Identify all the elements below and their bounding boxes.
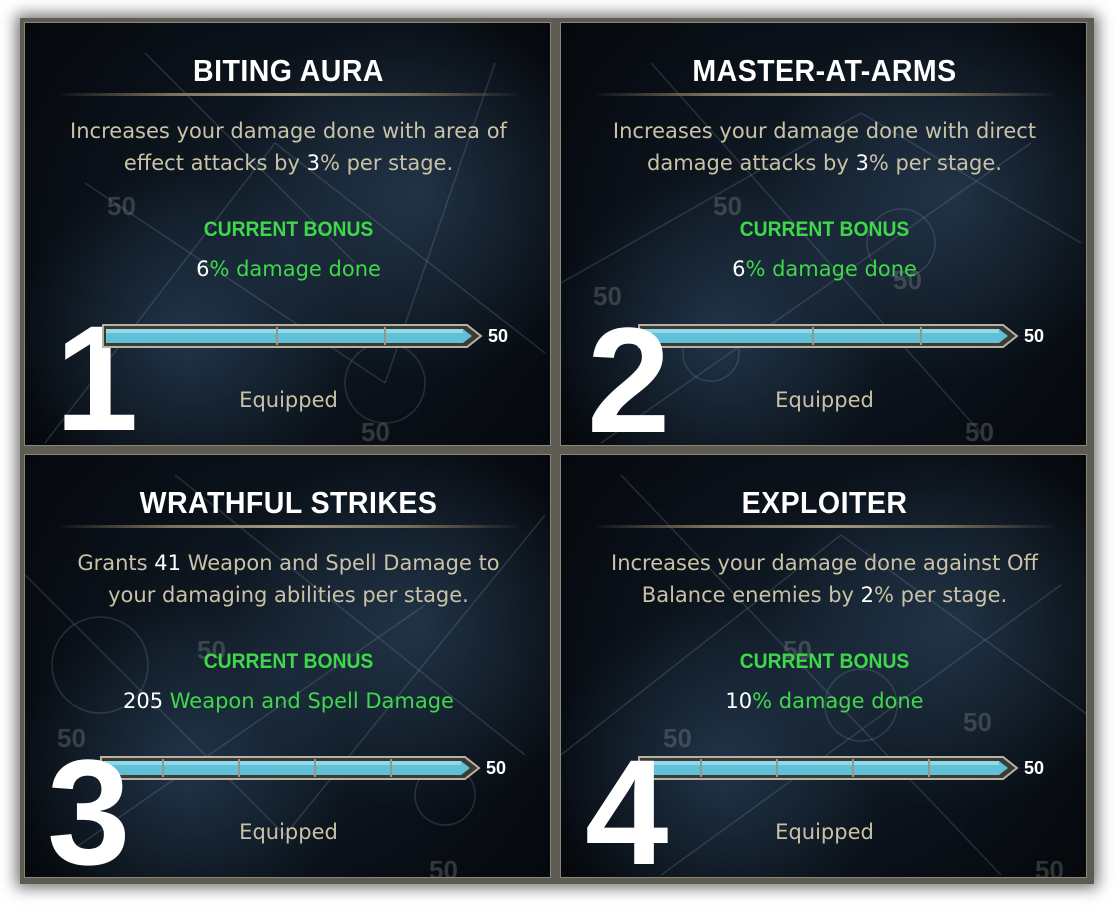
bg-mark-50: 50 (429, 855, 458, 878)
progress-bar (99, 755, 481, 781)
title-divider (55, 93, 522, 96)
progress-bar (101, 323, 483, 349)
max-stage-label: 50 (486, 758, 507, 778)
max-stage-label: 50 (488, 326, 509, 346)
perk-title: BITING AURA (193, 53, 384, 88)
champion-card-master-at-arms[interactable]: 50 50 50 50 MASTER-AT-ARMS Increases you… (560, 22, 1087, 446)
card-number: 4 (585, 728, 669, 878)
champion-card-wrathful-strikes[interactable]: 50 50 50 WRATHFUL STRIKES Grants 41 Weap… (24, 454, 551, 878)
current-bonus-label: CURRENT BONUS (739, 650, 910, 673)
current-bonus-label: CURRENT BONUS (203, 218, 374, 241)
perk-description: Increases your damage done with direct d… (612, 119, 1037, 175)
progress-bar (637, 755, 1019, 781)
perk-title: EXPLOITER (741, 485, 908, 520)
title-divider (591, 93, 1058, 96)
max-stage-label: 50 (1024, 326, 1045, 346)
equipped-status: Equipped (239, 388, 338, 412)
perk-title: WRATHFUL STRIKES (139, 485, 438, 520)
perk-description: Increases your damage done with area of … (70, 119, 507, 175)
equipped-status: Equipped (775, 820, 874, 844)
champion-card-exploiter[interactable]: 50 50 50 50 EXPLOITER Increases your dam… (560, 454, 1087, 878)
current-bonus-value: 10% damage done (725, 689, 924, 713)
frame: 50 50 BITING AURA Increases your damage … (20, 18, 1094, 884)
equipped-status: Equipped (239, 820, 338, 844)
current-bonus-label: CURRENT BONUS (203, 650, 374, 673)
bg-mark-50: 50 (361, 417, 390, 446)
card-number: 3 (47, 728, 131, 878)
current-bonus-value: 6% damage done (196, 257, 381, 281)
card-number: 2 (587, 296, 671, 446)
bg-mark-50: 50 (1035, 855, 1064, 878)
current-bonus-value: 205 Weapon and Spell Damage (123, 689, 454, 713)
progress-bar (637, 323, 1019, 349)
current-bonus-label: CURRENT BONUS (739, 218, 910, 241)
title-divider (55, 525, 522, 528)
perk-description: Increases your damage done against Off B… (611, 551, 1038, 607)
perk-title: MASTER-AT-ARMS (692, 53, 957, 88)
bg-mark-50: 50 (965, 417, 994, 446)
current-bonus-value: 6% damage done (732, 257, 917, 281)
champion-card-biting-aura[interactable]: 50 50 BITING AURA Increases your damage … (24, 22, 551, 446)
perk-description: Grants 41 Weapon and Spell Damage to you… (77, 551, 500, 607)
equipped-status: Equipped (775, 388, 874, 412)
max-stage-label: 50 (1024, 758, 1045, 778)
title-divider (591, 525, 1058, 528)
